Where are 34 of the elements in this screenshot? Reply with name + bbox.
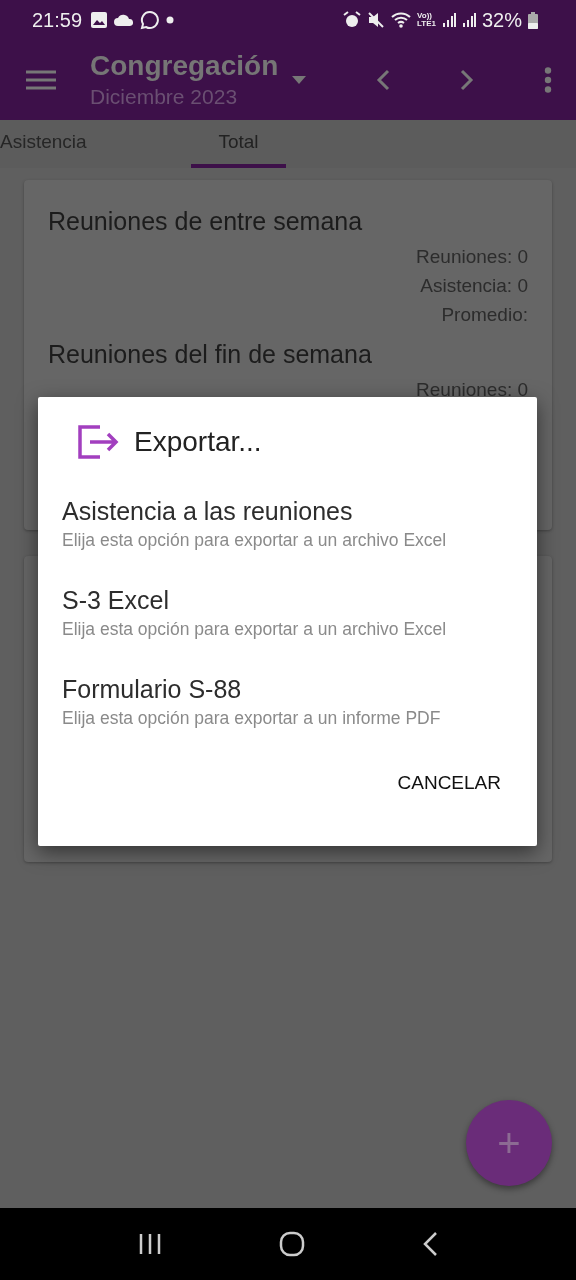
export-option[interactable]: Asistencia a las reuniones Elija esta opción para exportar a un archivo Excel xyxy=(62,495,513,584)
export-option[interactable]: S-3 Excel Elija esta opción para exportar a un archivo Excel xyxy=(62,584,513,673)
network-label: Vo)) LTE1 xyxy=(417,12,436,28)
cancel-button[interactable]: CANCELAR xyxy=(385,762,513,804)
status-time: 21:59 xyxy=(32,8,83,32)
chevron-left-icon[interactable] xyxy=(376,69,390,91)
cloud-icon xyxy=(114,13,135,27)
menu-icon[interactable] xyxy=(26,70,56,90)
stat-text: Asistencia: 0 xyxy=(420,274,528,298)
export-option[interactable]: Formulario S-88 Elija esta opción para exportar a un informe PDF xyxy=(62,673,513,762)
signal-icon xyxy=(441,12,456,28)
alarm-icon xyxy=(343,11,361,29)
wifi-icon xyxy=(391,11,411,29)
image-icon xyxy=(90,11,109,29)
more-options-icon[interactable] xyxy=(544,67,552,93)
dot-icon xyxy=(166,16,175,24)
stat-text: Reuniones: 0 xyxy=(416,378,528,402)
mute-icon xyxy=(367,11,385,29)
dropdown-caret-icon[interactable] xyxy=(292,76,307,84)
chat-bubble-icon xyxy=(140,10,161,30)
signal-icon xyxy=(461,12,476,28)
battery-icon xyxy=(528,11,538,29)
section-title: Reuniones de entre semana xyxy=(48,206,364,237)
stat-text: Reuniones: 0 xyxy=(416,245,528,269)
app-title: Congregación xyxy=(90,49,279,83)
battery-percent: 32% xyxy=(481,8,522,32)
section-title: Reuniones del fin de semana xyxy=(48,339,373,370)
home-icon[interactable] xyxy=(279,1231,305,1257)
stat-text: Promedio: xyxy=(441,303,528,327)
dialog-title: Exportar... xyxy=(134,426,262,458)
back-icon[interactable] xyxy=(421,1231,438,1257)
recent-apps-icon[interactable] xyxy=(138,1233,163,1255)
chevron-right-icon[interactable] xyxy=(460,69,474,91)
app-subtitle: Diciembre 2023 xyxy=(90,84,239,110)
